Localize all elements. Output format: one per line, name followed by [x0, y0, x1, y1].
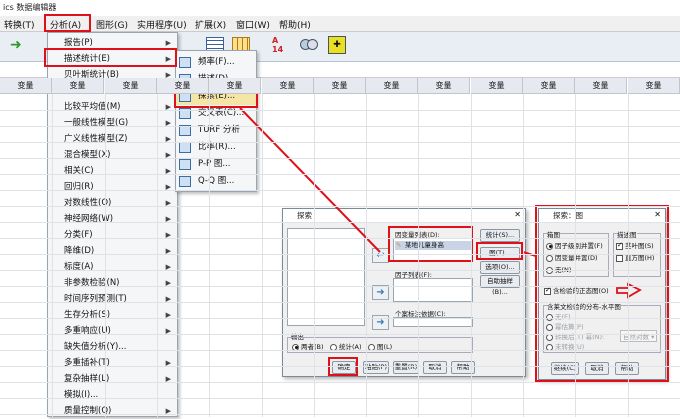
statistics-button[interactable]: 统计(S)... — [480, 229, 520, 242]
submenu-arrow-icon: ▶ — [165, 375, 171, 383]
submenu-arrow-icon: ▶ — [165, 311, 171, 319]
close-icon[interactable]: ✕ — [514, 210, 521, 219]
factor-list[interactable] — [393, 278, 473, 302]
column-header[interactable]: 变量 — [366, 78, 418, 94]
submenu-arrow-icon: ▶ — [165, 231, 171, 239]
column-header[interactable]: 变量 — [262, 78, 314, 94]
column-header[interactable]: 变量 — [418, 78, 470, 94]
column-header[interactable]: 变量 — [0, 78, 52, 94]
column-header[interactable]: 变量 — [157, 78, 209, 94]
submenu-arrow-icon: ▶ — [165, 167, 171, 175]
venn-icon[interactable] — [300, 37, 320, 53]
highlight-plots-dialog — [535, 205, 669, 382]
column-header[interactable]: 变量 — [314, 78, 366, 94]
cancel-button[interactable]: 取消 — [423, 361, 447, 374]
menu-4[interactable]: 扩展(X) — [195, 18, 226, 31]
submenu-arrow-icon: ▶ — [165, 263, 171, 271]
submenu-arrow-icon: ▶ — [165, 295, 171, 303]
descriptive-submenu-item[interactable]: 频率(F)... — [176, 54, 256, 71]
move-dependent-button[interactable]: ↩ — [372, 248, 389, 263]
submenu-arrow-icon: ▶ — [165, 327, 171, 335]
highlight-plots-button — [476, 242, 523, 260]
column-header[interactable]: 变量 — [523, 78, 575, 94]
submenu-arrow-icon: ▶ — [165, 199, 171, 207]
window-title: ics 数据编辑器 — [0, 0, 680, 16]
highlight-descriptive-item — [44, 48, 177, 67]
descriptive-submenu-item[interactable]: TURF 分析 — [176, 122, 256, 139]
menubar: 转换(T) 分析(A) 图形(G) 实用程序(U) 扩展(X) 窗口(W) 帮助(H) — [0, 16, 680, 32]
reset-button[interactable]: 重置(R) — [393, 361, 419, 374]
descriptive-submenu-item[interactable]: Q-Q 图... — [176, 173, 256, 190]
weight-cases-icon[interactable]: A 14 — [272, 36, 288, 54]
submenu-arrow-icon: ▶ — [165, 103, 171, 111]
menu-5[interactable]: 窗口(W) — [236, 18, 270, 31]
submenu-arrow-icon: ▶ — [165, 215, 171, 223]
statistics-icon — [179, 57, 191, 68]
move-factor-button[interactable]: ➜ — [372, 285, 389, 300]
column-header[interactable]: 变量 — [52, 78, 104, 94]
column-header[interactable]: 变量 — [105, 78, 157, 94]
statistics-icon — [179, 176, 191, 187]
column-header[interactable]: 变量 — [575, 78, 627, 94]
menu-3[interactable]: 实用程序(U) — [137, 18, 187, 31]
highlight-dependent-list — [388, 226, 473, 262]
redo-arrow-icon[interactable]: ➜ — [10, 38, 28, 52]
submenu-arrow-icon: ▶ — [165, 119, 171, 127]
highlight-analyze-menu — [44, 14, 91, 32]
menu-6[interactable]: 帮助(H) — [279, 18, 311, 31]
menu-0[interactable]: 转换(T) — [4, 18, 35, 31]
submenu-arrow-icon: ▶ — [165, 151, 171, 159]
column-header[interactable]: 变量 — [209, 78, 261, 94]
statistics-icon — [179, 142, 191, 153]
explore-dialog-title: 探索 — [283, 209, 525, 223]
add-icon[interactable]: ✚ — [328, 36, 346, 54]
variable-source-list[interactable] — [287, 228, 365, 326]
statistics-icon — [179, 159, 191, 170]
menu-2[interactable]: 图形(G) — [96, 18, 128, 31]
column-header[interactable]: 变量 — [628, 78, 680, 94]
submenu-arrow-icon: ▶ — [165, 247, 171, 255]
options-button[interactable]: 选项(O)... — [480, 261, 520, 274]
submenu-arrow-icon: ▶ — [165, 183, 171, 191]
submenu-arrow-icon: ▶ — [165, 359, 171, 367]
submenu-arrow-icon: ▶ — [165, 279, 171, 287]
column-header[interactable]: 变量 — [471, 78, 523, 94]
descriptive-submenu: 频率(F)...描述(D)...探索(E)...交叉表(C)...TURF 分析… — [175, 50, 257, 192]
submenu-arrow-icon: ▶ — [165, 135, 171, 143]
